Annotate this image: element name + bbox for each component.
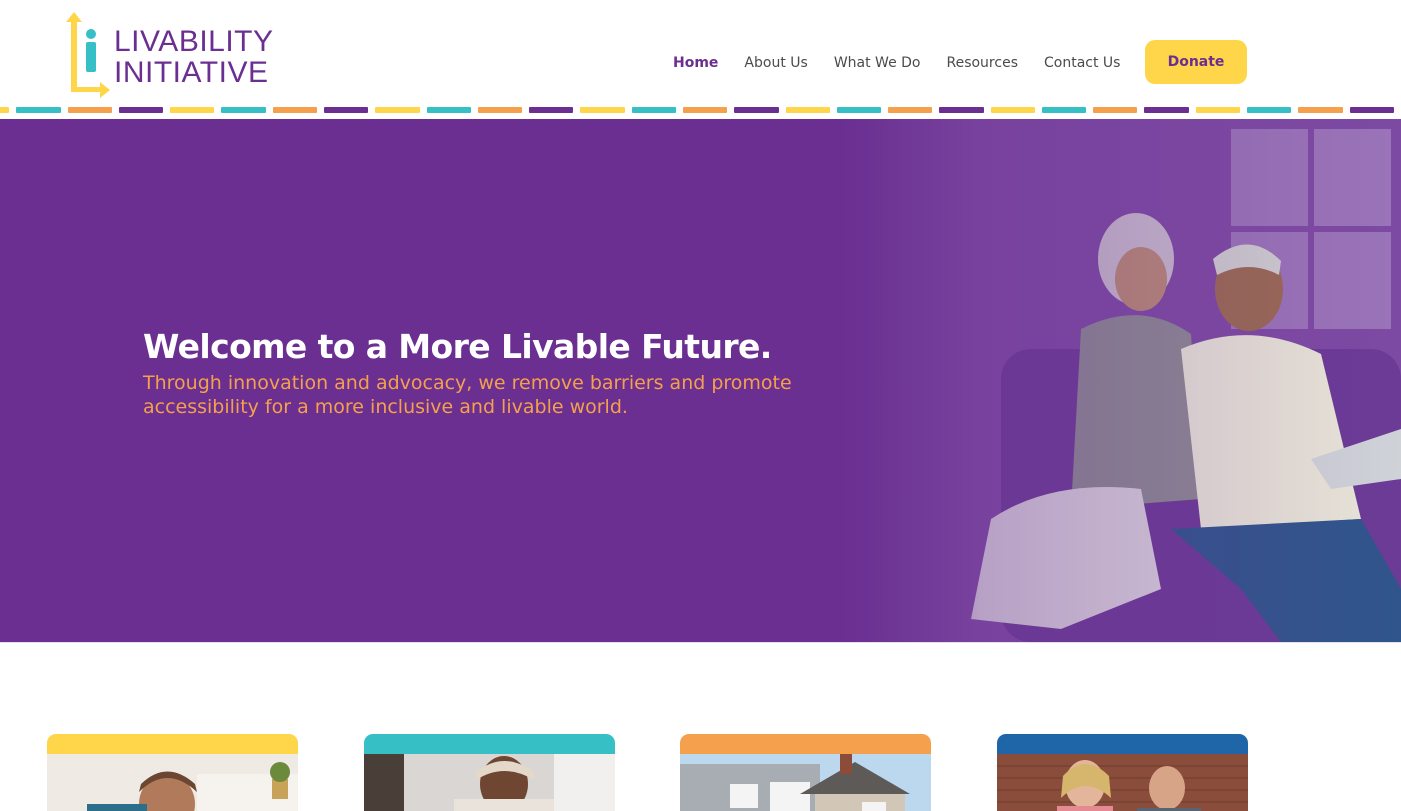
hero-banner: Welcome to a More Livable Future. Throug… [0, 119, 1401, 642]
site-header: LIVABILITY INITIATIVE Home About Us What… [0, 0, 1401, 107]
card-accent-bar [47, 734, 298, 754]
card-accent-bar [680, 734, 931, 754]
card-accent-bar [997, 734, 1248, 754]
stripe-segment [323, 107, 369, 113]
stripe-segment [67, 107, 112, 113]
woman-reading-photo [364, 754, 615, 811]
stripe-segment [580, 107, 625, 113]
stripe-segment [836, 107, 882, 113]
nav-resources[interactable]: Resources [946, 55, 1018, 71]
stripe-segment [221, 107, 266, 113]
stripe-segment [1349, 107, 1394, 113]
stripe-segment [16, 107, 61, 113]
man-writing-at-desk-photo [47, 754, 298, 811]
people-outdoors-photo [997, 754, 1248, 811]
program-card-3[interactable] [680, 734, 931, 811]
hero-subtitle: Through innovation and advocacy, we remo… [143, 372, 792, 418]
stripe-segment [1041, 107, 1087, 113]
nav-what-we-do[interactable]: What We Do [834, 55, 921, 71]
stripe-segment [1144, 107, 1189, 113]
logo-wordmark: LIVABILITY INITIATIVE [114, 26, 274, 88]
stripe-segment [375, 107, 420, 113]
stripe-segment [0, 107, 10, 113]
hero-text-block: Welcome to a More Livable Future. Throug… [143, 327, 863, 419]
stripe-segment [426, 107, 471, 113]
house-exterior-photo [680, 754, 931, 811]
older-couple-on-sofa-photo [841, 119, 1401, 642]
program-card-1[interactable] [47, 734, 298, 811]
stripe-segment [477, 107, 523, 113]
stripe-segment [785, 107, 830, 113]
stripe-segment [1195, 107, 1241, 113]
stripe-segment [990, 107, 1035, 113]
nav-home[interactable]: Home [673, 55, 718, 71]
hero-title: Welcome to a More Livable Future. [143, 327, 772, 366]
nav-about-us[interactable]: About Us [744, 55, 807, 71]
donate-button[interactable]: Donate [1145, 40, 1247, 84]
stripe-segment [1093, 107, 1138, 113]
logo-mark-icon [66, 12, 110, 98]
card-accent-bar [364, 734, 615, 754]
site-logo[interactable]: LIVABILITY INITIATIVE [64, 12, 274, 98]
stripe-segment [734, 107, 779, 113]
section-divider [0, 642, 1401, 643]
main-nav: Home About Us What We Do Resources Conta… [673, 52, 1146, 74]
program-card-2[interactable] [364, 734, 615, 811]
logo-line-1: LIVABILITY [114, 25, 274, 58]
stripe-segment [888, 107, 933, 113]
program-card-4[interactable] [997, 734, 1248, 811]
stripe-segment [631, 107, 676, 113]
stripe-segment [170, 107, 215, 113]
stripe-segment [682, 107, 728, 113]
stripe-segment [272, 107, 317, 113]
stripe-segment [1247, 107, 1292, 113]
logo-line-2: INITIATIVE [114, 56, 269, 89]
stripe-segment [939, 107, 984, 113]
stripe-segment [529, 107, 574, 113]
stripe-segment [1298, 107, 1343, 113]
stripe-segment [118, 107, 164, 113]
nav-contact-us[interactable]: Contact Us [1044, 55, 1120, 71]
color-stripe-divider [0, 107, 1401, 113]
